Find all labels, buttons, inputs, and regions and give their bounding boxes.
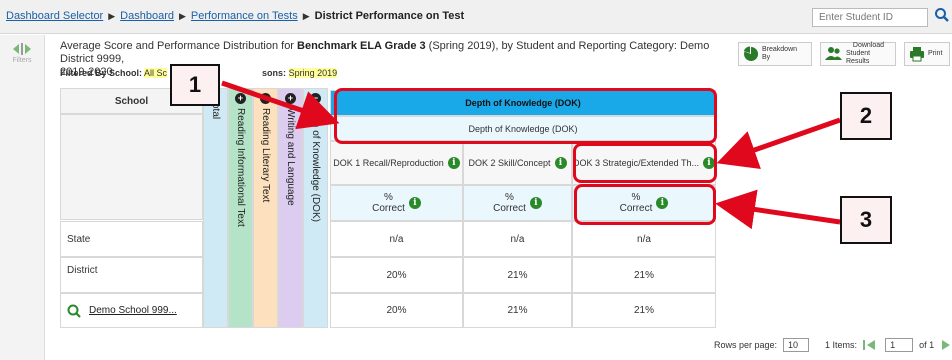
last-page-icon[interactable]	[940, 340, 952, 350]
callout-3: 3	[840, 196, 892, 244]
page-of-label: of 1	[919, 340, 935, 350]
rows-per-page-label: Rows per page:	[714, 340, 778, 350]
callout-2: 2	[840, 92, 892, 140]
pagination: Rows per page: 10 1 Items: 1 of 1	[714, 338, 952, 352]
arrow-1	[221, 80, 340, 130]
rows-per-page-select[interactable]: 10	[783, 338, 810, 352]
arrow-3	[715, 189, 841, 230]
items-count-label: 1 Items:	[825, 340, 858, 350]
callout-1: 1	[170, 64, 220, 106]
first-page-icon[interactable]	[863, 340, 879, 350]
annotation-arrows	[221, 80, 841, 230]
arrow-2	[716, 117, 841, 169]
page-number-input[interactable]: 1	[885, 338, 914, 352]
